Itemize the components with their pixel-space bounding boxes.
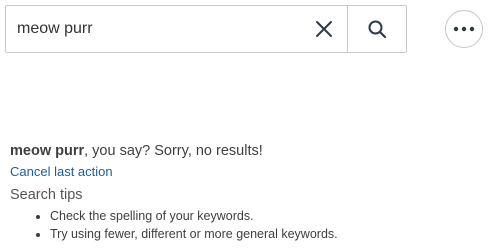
no-results-message: meow purr, you say? Sorry, no results!	[10, 141, 480, 161]
search-tips-list: Check the spelling of your keywords. Try…	[10, 207, 480, 243]
no-results-text: , you say? Sorry, no results!	[84, 143, 263, 159]
search-input[interactable]	[6, 6, 301, 52]
more-horizontal-icon	[453, 26, 475, 32]
more-options-button[interactable]	[445, 10, 483, 48]
search-tip-item: Try using fewer, different or more gener…	[50, 225, 480, 243]
search-bar	[5, 5, 407, 53]
search-tips-heading: Search tips	[10, 187, 83, 203]
search-page: meow purr, you say? Sorry, no results! C…	[0, 0, 490, 249]
search-icon	[368, 20, 387, 39]
no-results-panel: meow purr, you say? Sorry, no results! C…	[10, 141, 480, 243]
search-query-text: meow purr	[10, 143, 85, 159]
cancel-last-action-link[interactable]: Cancel last action	[10, 163, 113, 181]
close-icon	[316, 21, 332, 37]
search-button[interactable]	[348, 6, 406, 52]
clear-search-button[interactable]	[301, 6, 347, 52]
search-tip-item: Check the spelling of your keywords.	[50, 207, 480, 225]
